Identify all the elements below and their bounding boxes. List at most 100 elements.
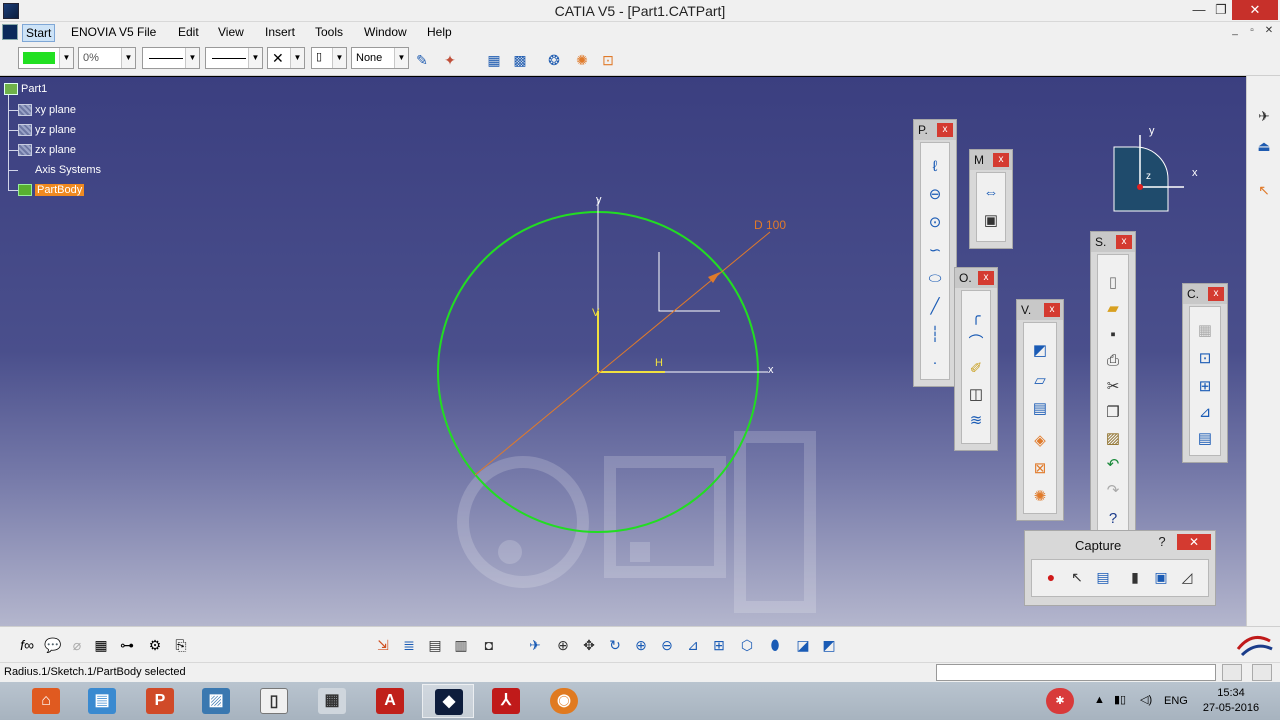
taskbar-files[interactable]: ▤	[76, 684, 128, 718]
doc-restore-button[interactable]: ▫	[1245, 24, 1259, 38]
command-input[interactable]	[936, 664, 1216, 681]
normal-view-icon[interactable]: ▤	[1030, 399, 1050, 419]
compass[interactable]: y x z	[1100, 117, 1210, 217]
image-icon[interactable]: ◿	[1176, 566, 1198, 588]
menu-view[interactable]: View	[215, 24, 247, 40]
zoom-in-icon[interactable]: ⊕	[630, 634, 652, 656]
zoom-out-icon[interactable]: ⊖	[656, 634, 678, 656]
menu-tools[interactable]: Tools	[312, 24, 346, 40]
select-mode-icon[interactable]: ↖	[1066, 566, 1088, 588]
power-input-button[interactable]	[1222, 664, 1242, 681]
close-button[interactable]: ✕	[1232, 0, 1278, 20]
normal-view-icon[interactable]: ⊿	[682, 634, 704, 656]
print-icon[interactable]: ⎙	[1103, 351, 1123, 371]
minimize-button[interactable]: —	[1188, 0, 1210, 20]
measure-inertia-icon[interactable]: ▣	[981, 211, 1001, 231]
constraint-toolbar-close-button[interactable]: x	[1208, 287, 1224, 301]
pan-icon[interactable]: ✥	[578, 634, 600, 656]
tray-volume-icon[interactable]: ◁)	[1140, 693, 1152, 720]
line-icon[interactable]: ╱	[925, 297, 945, 317]
visu-3d-icon[interactable]: ◈	[1030, 431, 1050, 451]
record-icon[interactable]: ●	[1040, 566, 1062, 588]
visualization-toolbar-close-button[interactable]: x	[1044, 303, 1060, 317]
taskbar-photos[interactable]: ▨	[190, 684, 242, 718]
hide-icon[interactable]: ◪	[792, 634, 814, 656]
edit-multi-constraint-icon[interactable]: ▤	[1195, 429, 1215, 449]
layer-combo[interactable]: None ▼	[351, 47, 409, 69]
diameter-dimension-line[interactable]	[474, 231, 771, 476]
spline-icon[interactable]: ∽	[925, 241, 945, 261]
tray-network-icon[interactable]: ▮▯	[1114, 693, 1126, 720]
taskbar-acrobat[interactable]: ⅄	[480, 684, 532, 718]
taskbar-calculator[interactable]: ▦	[306, 684, 358, 718]
constraint-dialog-icon[interactable]: ▦	[1195, 321, 1215, 341]
hide-show-icon[interactable]: ▤	[424, 634, 446, 656]
tree-icon[interactable]: ⊶	[116, 634, 138, 656]
swap-space-icon[interactable]: ◩	[818, 634, 840, 656]
video-icon[interactable]: ▮	[1124, 566, 1146, 588]
iso-view-icon[interactable]: ⬡	[736, 634, 758, 656]
dimensional-constraints-icon[interactable]: ⊡	[598, 50, 618, 70]
ellipse-icon[interactable]: ⬭	[925, 269, 945, 289]
diag-icon[interactable]: ⊠	[1030, 459, 1050, 479]
capture-help-button[interactable]: ?	[1153, 534, 1171, 550]
geometric-constraints-icon[interactable]: ✺	[572, 50, 592, 70]
3d-viewport[interactable]: Part1 xy plane yz plane zx plane Axis Sy…	[0, 77, 1246, 626]
design-table-icon[interactable]: ⎘	[170, 634, 192, 656]
menu-help[interactable]: Help	[424, 24, 455, 40]
menu-start[interactable]: Start	[22, 24, 56, 42]
whats-this-icon[interactable]: ?	[1103, 509, 1123, 529]
exit-workbench-icon[interactable]: ⏏	[1254, 136, 1274, 156]
animate-constraint-icon[interactable]: ⊿	[1195, 403, 1215, 423]
circle-icon[interactable]: ⊙	[925, 213, 945, 233]
menu-edit[interactable]: Edit	[175, 24, 202, 40]
snap-to-grid-icon[interactable]: ▩	[510, 50, 530, 70]
sketch-view-icon[interactable]: ▱	[1030, 371, 1050, 391]
mirror-icon[interactable]: ◫	[966, 385, 986, 405]
copy-icon[interactable]: ❐	[1103, 403, 1123, 423]
shading-icon[interactable]: ⬮	[764, 634, 786, 656]
linetype-combo[interactable]: ▼	[205, 47, 263, 69]
profile-icon[interactable]: ℓ	[925, 157, 945, 177]
corner-icon[interactable]: ╭	[966, 307, 986, 327]
save-icon[interactable]: ▪	[1103, 325, 1123, 345]
fly-icon[interactable]: ⇲	[372, 634, 394, 656]
catalog-icon[interactable]: ⚙	[144, 634, 166, 656]
auto-constraint-icon[interactable]: ⊞	[1195, 377, 1215, 397]
transparency-combo[interactable]: 0% ▼	[78, 47, 136, 69]
constraint-icon[interactable]: ⊡	[1195, 349, 1215, 369]
cut-part-icon[interactable]: ◩	[1030, 341, 1050, 361]
redo-icon[interactable]: ↷	[1103, 481, 1123, 501]
trim-icon[interactable]: ✐	[966, 359, 986, 379]
list-icon[interactable]: ≣	[398, 634, 420, 656]
properties-brush-icon[interactable]: ✦	[440, 50, 460, 70]
taskbar-firefox[interactable]: ◉	[538, 684, 590, 718]
taskbar-notes[interactable]: ▯	[248, 684, 300, 718]
construction-icon[interactable]: ❂	[544, 50, 564, 70]
multi-view-icon[interactable]: ⊞	[708, 634, 730, 656]
paste-icon[interactable]: ▨	[1103, 429, 1123, 449]
knowledge-icon[interactable]: 💬	[42, 634, 64, 656]
capture-close-button[interactable]: ✕	[1177, 534, 1211, 550]
fly-mode-icon[interactable]: ✈	[524, 634, 546, 656]
rectangle-icon[interactable]: ⊖	[925, 185, 945, 205]
chamfer-icon[interactable]: ⌒	[966, 333, 986, 353]
doc-close-button[interactable]: ✕	[1262, 24, 1276, 38]
rotate-icon[interactable]: ↻	[604, 634, 626, 656]
menu-window[interactable]: Window	[361, 24, 410, 40]
menu-insert[interactable]: Insert	[262, 24, 298, 40]
grid-icon[interactable]: ▦	[484, 50, 504, 70]
point-icon[interactable]: ·	[925, 353, 945, 373]
fit-all-icon[interactable]: ⊕	[552, 634, 574, 656]
ruler-icon[interactable]: ⌀	[66, 634, 88, 656]
document-icon[interactable]	[2, 24, 18, 40]
color-combo[interactable]: ▼	[18, 47, 74, 69]
select-icon[interactable]: ↖	[1254, 180, 1274, 200]
measure-toolbar-close-button[interactable]: x	[993, 153, 1009, 167]
table-icon[interactable]: ▦	[90, 634, 112, 656]
linewidth-combo[interactable]: ▼	[142, 47, 200, 69]
axis-icon[interactable]: ┆	[925, 325, 945, 345]
doc-minimize-button[interactable]: _	[1228, 24, 1242, 38]
project-3d-icon[interactable]: ≋	[966, 411, 986, 431]
tray-arrow-icon[interactable]: ▲	[1094, 694, 1105, 720]
